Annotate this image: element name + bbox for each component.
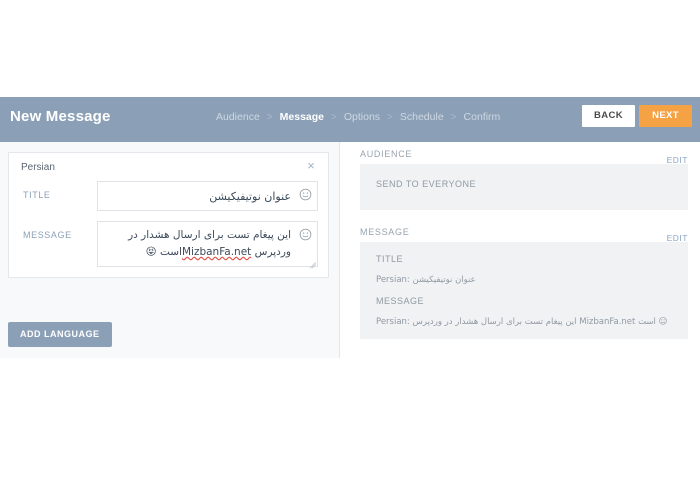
breadcrumb-separator-icon: > (331, 111, 337, 123)
page-title: New Message (10, 108, 111, 125)
message-textarea[interactable]: این پیغام تست برای ارسال هشدار در وردپرس… (97, 221, 318, 267)
message-summary-header: MESSAGE EDIT (360, 220, 688, 243)
message-emoji: 😝 (145, 246, 157, 258)
audience-edit-link[interactable]: EDIT (667, 155, 688, 165)
breadcrumb-separator-icon: > (387, 111, 393, 123)
message-field-row: MESSAGE این پیغام تست برای ارسال هشدار د… (9, 221, 328, 277)
breadcrumb-step-options[interactable]: Options (343, 111, 381, 123)
breadcrumb: Audience > Message > Options > Schedule … (215, 111, 501, 123)
audience-summary-box: SEND TO EVERYONE (360, 164, 688, 210)
language-name-label: Persian (21, 162, 55, 173)
message-field-label: MESSAGE (23, 230, 72, 240)
message-editor-column: Persian × TITLE عنوان نوتیفیکیشن MESSAGE… (0, 142, 340, 358)
title-field-label: TITLE (23, 190, 51, 200)
breadcrumb-step-audience[interactable]: Audience (215, 111, 261, 123)
summary-column: AUDIENCE EDIT SEND TO EVERYONE MESSAGE E… (348, 142, 700, 358)
message-summary-message-label: MESSAGE (376, 296, 425, 306)
title-input[interactable] (97, 181, 318, 211)
breadcrumb-separator-icon: > (266, 111, 273, 123)
message-section-label: MESSAGE (360, 227, 410, 237)
message-edit-link[interactable]: EDIT (667, 233, 688, 243)
emoji-picker-icon-title[interactable] (299, 188, 312, 201)
language-card-header: Persian × (9, 153, 328, 181)
title-input-wrap (97, 181, 318, 211)
breadcrumb-step-schedule[interactable]: Schedule (399, 111, 445, 123)
message-summary-message-value: Persian: این پیغام تست برای ارسال هشدار … (376, 317, 668, 327)
message-summary-title-label: TITLE (376, 254, 404, 264)
audience-section-label: AUDIENCE (360, 149, 413, 159)
breadcrumb-separator-icon: > (450, 111, 457, 123)
header-actions: BACK NEXT (582, 105, 692, 127)
audience-summary-header: AUDIENCE EDIT (360, 142, 688, 165)
message-summary-title-value: Persian: عنوان نوتیفیکیشن (376, 275, 476, 285)
message-input-wrap: این پیغام تست برای ارسال هشدار در وردپرس… (97, 221, 318, 267)
message-summary-box: TITLE Persian: عنوان نوتیفیکیشن MESSAGE … (360, 242, 688, 339)
audience-summary-section: AUDIENCE EDIT SEND TO EVERYONE (348, 142, 700, 210)
audience-summary-value: SEND TO EVERYONE (376, 179, 477, 189)
add-language-button[interactable]: ADD LANGUAGE (8, 322, 112, 347)
resize-handle-icon[interactable] (307, 256, 316, 265)
breadcrumb-step-confirm[interactable]: Confirm (463, 111, 502, 123)
title-field-row: TITLE (9, 181, 328, 221)
breadcrumb-step-message[interactable]: Message (279, 111, 325, 123)
new-message-wizard: New Message Audience > Message > Options… (0, 0, 700, 500)
message-misspelled-word: MizbanFa.net (181, 246, 252, 258)
close-icon[interactable]: × (304, 159, 318, 173)
message-text-part-2: است (159, 246, 182, 258)
next-button[interactable]: NEXT (639, 105, 692, 127)
message-summary-section: MESSAGE EDIT TITLE Persian: عنوان نوتیفی… (348, 220, 700, 339)
back-button[interactable]: BACK (582, 105, 636, 127)
emoji-picker-icon-message[interactable] (299, 228, 312, 241)
wizard-header: New Message Audience > Message > Options… (0, 97, 700, 142)
language-card-persian: Persian × TITLE عنوان نوتیفیکیشن MESSAGE… (8, 152, 329, 278)
wizard-body: Persian × TITLE عنوان نوتیفیکیشن MESSAGE… (0, 142, 700, 358)
